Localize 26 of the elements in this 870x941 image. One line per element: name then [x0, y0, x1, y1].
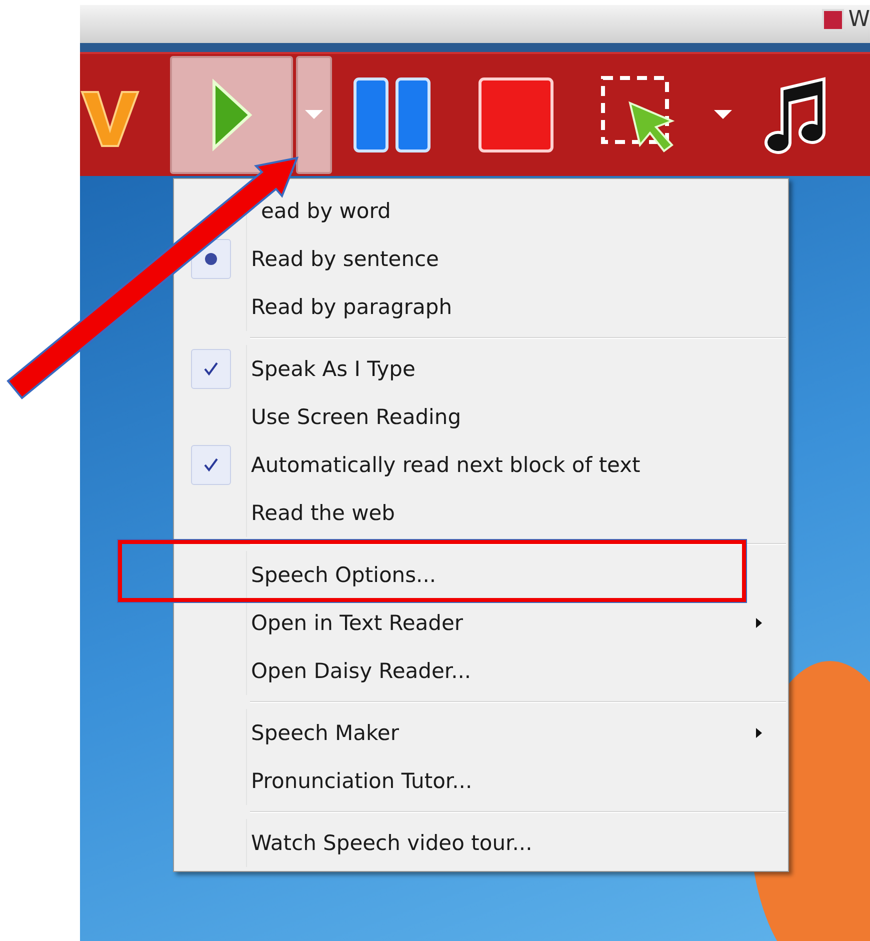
- stop-button[interactable]: [478, 77, 554, 153]
- menu-item[interactable]: Automatically read next block of text: [251, 453, 640, 477]
- monitor-icon: [822, 9, 844, 31]
- pause-button[interactable]: [352, 76, 432, 154]
- menu-item[interactable]: Speech Maker: [251, 721, 399, 745]
- menu-item[interactable]: Watch Speech video tour...: [251, 831, 532, 855]
- menu-item[interactable]: Open in Text Reader: [251, 611, 464, 635]
- dropdown-button[interactable]: [714, 110, 732, 120]
- menu-item[interactable]: Speech Options...: [251, 563, 436, 587]
- stop-icon: [478, 77, 554, 153]
- caret-icon: [305, 110, 323, 120]
- caret-icon: [714, 110, 732, 120]
- play-button[interactable]: [170, 56, 293, 174]
- menu-item[interactable]: Open Daisy Reader...: [251, 659, 472, 683]
- menu-item[interactable]: Read by sentence: [251, 247, 439, 271]
- window-title: W: [848, 7, 870, 32]
- menu-item[interactable]: Pronunciation Tutor...: [251, 769, 472, 793]
- play-icon: [210, 78, 254, 152]
- menu-item[interactable]: Read by paragraph: [251, 295, 452, 319]
- menu-item[interactable]: ead by word: [261, 199, 391, 223]
- menu-item[interactable]: Read the web: [251, 501, 396, 525]
- menu-item[interactable]: Speak As I Type: [251, 357, 416, 381]
- menu-item[interactable]: Use Screen Reading: [251, 405, 462, 429]
- submenu-arrow-icon: [756, 618, 762, 628]
- submenu-arrow-icon: [756, 728, 762, 738]
- pause-icon: [352, 76, 432, 154]
